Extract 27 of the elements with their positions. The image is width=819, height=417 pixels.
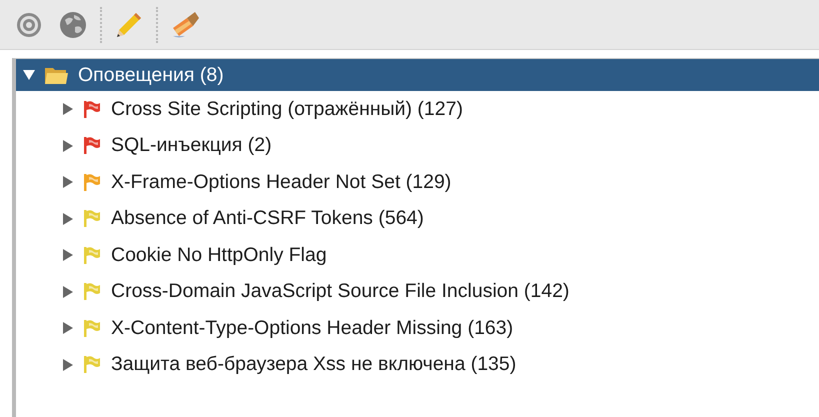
tree-node[interactable]: SQL-инъекция (2) xyxy=(16,128,819,164)
tree-node[interactable]: X-Content-Type-Options Header Missing (163) xyxy=(16,310,819,346)
flag-icon xyxy=(83,246,101,264)
flag-icon xyxy=(83,283,101,300)
flag-icon xyxy=(83,137,101,154)
tree-node[interactable]: X-Frame-Options Header Not Set (129) xyxy=(16,164,819,200)
expand-arrow-icon[interactable] xyxy=(61,212,75,226)
flag-icon xyxy=(83,174,101,191)
expand-arrow-icon[interactable] xyxy=(61,284,75,299)
expand-arrow-icon[interactable] xyxy=(61,138,75,153)
expand-arrow-icon[interactable] xyxy=(61,102,75,116)
tree-node[interactable]: Cross-Domain JavaScript Source File Inclusion (142) xyxy=(16,274,819,310)
flag-icon xyxy=(83,210,101,228)
flag-icon xyxy=(83,100,101,118)
tree-node[interactable]: Оповещения (8) xyxy=(16,59,819,91)
expand-arrow-icon[interactable] xyxy=(61,248,75,262)
tree-node[interactable]: Absence of Anti-CSRF Tokens (564) xyxy=(16,200,819,237)
flag-icon xyxy=(83,320,101,337)
tree-node[interactable]: Защита веб-браузера Xss не включена (135) xyxy=(16,346,819,383)
flag-icon xyxy=(83,356,101,374)
tree-node[interactable]: Cross Site Scripting (отражённый) (127) xyxy=(16,91,819,128)
expand-arrow-icon[interactable] xyxy=(61,358,75,372)
folder-icon xyxy=(44,65,68,85)
expand-arrow-icon[interactable] xyxy=(61,321,75,336)
tree-node[interactable]: Cookie No HttpOnly Flag xyxy=(16,237,819,274)
collapse-arrow-icon[interactable] xyxy=(22,68,36,82)
expand-arrow-icon[interactable] xyxy=(61,175,75,190)
